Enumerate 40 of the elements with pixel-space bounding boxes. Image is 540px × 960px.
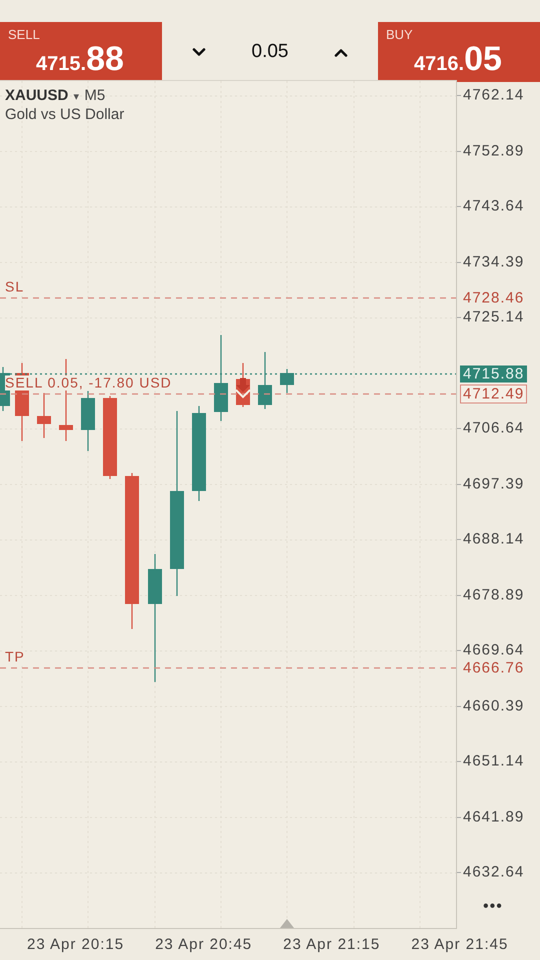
candle (81, 391, 95, 451)
buy-button[interactable]: BUY 4716.05 (378, 22, 540, 82)
price-tick: 4752.89 (463, 142, 524, 159)
symbol-description: Gold vs US Dollar (5, 106, 124, 123)
dropdown-caret[interactable]: ▾ (73, 90, 80, 103)
sl-price: 4728.46 (463, 290, 524, 306)
price-tick: 4725.14 (463, 308, 524, 326)
bid-price: 4715.88 (460, 366, 528, 382)
price-tick: 4688.14 (463, 530, 524, 548)
more-button[interactable]: ••• (483, 898, 503, 916)
price-tick: 4743.64 (463, 198, 524, 214)
tp-label: TP (5, 650, 25, 664)
timeframe-label[interactable]: M5 (84, 87, 106, 104)
symbol-label[interactable]: XAUUSD (5, 87, 68, 104)
time-tick: 23 Apr 21:45 (411, 936, 508, 952)
price-tick: 4697.39 (463, 475, 524, 492)
price-tick: 4660.39 (463, 697, 524, 714)
candle (280, 369, 294, 393)
tp-price: 4666.76 (463, 660, 524, 676)
chevron-up-icon (334, 48, 348, 56)
price-tick: 4651.14 (463, 752, 524, 770)
price-tick: 4632.64 (463, 864, 524, 880)
price-tick: 4706.64 (463, 420, 524, 436)
price-tick: 4762.14 (463, 86, 524, 104)
price-tick: 4734.39 (463, 253, 524, 270)
position-label: SELL 0.05, -17.80 USD (5, 376, 172, 390)
volume-value[interactable]: 0.05 (252, 41, 288, 63)
candle (258, 352, 272, 409)
time-tick: 23 Apr 20:45 (155, 936, 252, 952)
chart-area[interactable]: XAUUSD ▾ M5 Gold vs US Dollar SL SELL 0.05, -17.80 USD TP (0, 80, 457, 929)
price-tick: 4669.64 (463, 642, 524, 658)
candle (37, 393, 51, 438)
sl-label: SL (5, 280, 24, 294)
chevron-down-icon (192, 48, 206, 56)
position-price: 4712.49 (460, 384, 528, 404)
time-tick: 23 Apr 21:15 (283, 936, 380, 952)
price-tick: 4641.89 (463, 808, 524, 825)
time-tick: 23 Apr 20:15 (27, 936, 124, 952)
price-tick: 4678.89 (463, 586, 524, 603)
sell-button[interactable]: SELL 4715.88 (0, 22, 162, 82)
